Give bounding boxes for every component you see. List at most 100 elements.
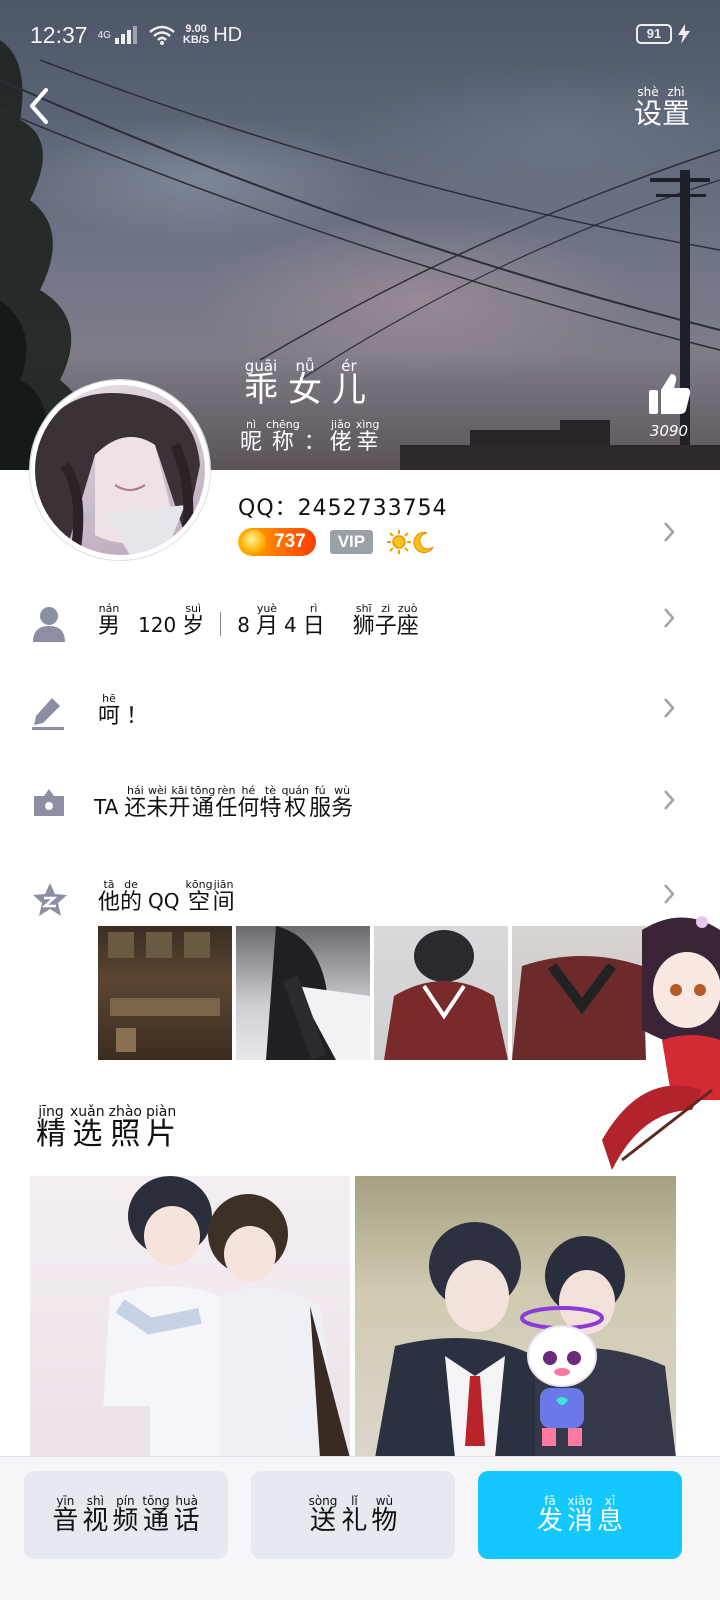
level-badge[interactable]: 737	[238, 528, 316, 556]
hanzi: 务	[331, 796, 354, 821]
anime-figure-image	[384, 930, 508, 1060]
badges-row[interactable]: 737 VIP	[238, 528, 435, 556]
like-button[interactable]: 3090	[644, 372, 694, 440]
ruby-char: tōng 通	[142, 1494, 170, 1536]
hanzi: 通	[191, 796, 214, 821]
remark-name: nì 昵 chēng 称 ： jiǎo 佬 xìng 幸	[240, 418, 379, 454]
ruby-char: sòng 送	[309, 1494, 338, 1535]
basic-info-text: nán 男 120 suì 岁 8 yuè 月 4 rì 日 shī 狮 zi 子 zuò 座	[98, 602, 419, 638]
ruby-char: hē 呵	[98, 692, 120, 728]
chevron-right-icon	[664, 884, 675, 904]
age-number: 120	[138, 613, 177, 638]
hanzi: 乖	[244, 370, 278, 410]
hanzi: 置	[661, 97, 690, 130]
ruby-char: wù 物	[371, 1494, 397, 1535]
ruby-char: hái 还	[124, 784, 146, 820]
qzone-thumbnail[interactable]	[236, 926, 370, 1060]
hanzi: 通	[143, 1505, 170, 1536]
qzone-thumbnail[interactable]	[98, 926, 232, 1060]
qzone-label-a: tā 他 de 的	[98, 878, 142, 914]
hanzi: 昵	[240, 430, 263, 455]
featured-photo[interactable]	[30, 1176, 350, 1458]
birthday-month: yuè 月	[256, 602, 278, 638]
chevron-right-icon[interactable]	[662, 520, 676, 544]
ruby-char: jiǎo 佬	[330, 418, 352, 454]
hanzi: 开	[168, 796, 191, 821]
floating-pet-sheep[interactable]	[512, 1296, 612, 1456]
hanzi: 音	[52, 1505, 79, 1536]
signal-icon	[114, 26, 137, 44]
ruby-char: rèn 任	[215, 784, 237, 820]
hanzi: 话	[173, 1505, 200, 1536]
ruby-char: de 的	[120, 878, 142, 914]
vip-service-row[interactable]: TA hái 还 wèi 未 kāi 开 tōng 通 rèn 任 hé 何 tè 特 quán 权 fú 服 wù…	[0, 766, 720, 846]
hanzi: 何	[237, 796, 260, 821]
ruby-char: lǐ 礼	[341, 1494, 368, 1536]
vip-service-text: TA hái 还 wèi 未 kāi 开 tōng 通 rèn 任 hé 何 tè 特 quán 权 fú 服 wù…	[94, 784, 353, 820]
hanzi: 照	[110, 1117, 141, 1152]
ruby-char: suì 岁	[182, 602, 204, 638]
hanzi: 精	[36, 1117, 66, 1152]
network-type: 4G	[97, 29, 111, 41]
qq-number-line: QQ：2452733754	[238, 490, 448, 522]
ruby-char: wèi 未	[146, 784, 168, 820]
avatar[interactable]	[30, 380, 210, 560]
hanzi: 任	[215, 796, 238, 821]
floating-mascot-character[interactable]	[602, 910, 720, 1220]
vip-badge[interactable]: VIP	[329, 530, 374, 554]
gender: nán 男	[98, 602, 120, 638]
ruby-char: ：	[304, 418, 326, 454]
ruby-char: xiāo 消	[567, 1494, 593, 1535]
charging-icon	[678, 24, 690, 44]
ruby-char: tā 他	[98, 878, 120, 914]
ruby-char: nán 男	[98, 602, 120, 638]
signature-row[interactable]: hē 呵 ！	[0, 674, 720, 754]
hanzi: 佬	[329, 430, 352, 455]
birthday-day-number: 4	[283, 613, 297, 638]
qzone-text: tā 他 de 的 QQ kōng 空 jiān 间	[98, 878, 235, 914]
ruby-char: tè 特	[259, 784, 281, 820]
send-message-button[interactable]: fā 发 xiāo 消 xī 息	[478, 1471, 682, 1559]
service-label: hái 还 wèi 未 kāi 开 tōng 通 rèn 任 hé 何 tè 特 quán 权 fú 服 wù 务	[124, 784, 353, 820]
hanzi: 座	[396, 614, 419, 639]
ruby-char: fā 发	[537, 1494, 563, 1535]
qzone-label-mid: QQ	[148, 889, 180, 914]
pencil-icon	[32, 698, 64, 730]
ruby-char: jiān 间	[213, 878, 235, 914]
ruby-char: piàn 片	[146, 1105, 176, 1151]
hanzi: 月	[255, 614, 278, 639]
ruby-char: quán 权	[281, 784, 309, 820]
hanzi: 还	[124, 796, 147, 821]
hanzi: 礼	[341, 1505, 368, 1536]
ruby-char: yīn 音	[52, 1494, 79, 1536]
ruby-char: pín 频	[112, 1494, 138, 1535]
hanzi: 女	[288, 370, 322, 410]
battery-icon: 91	[636, 24, 672, 44]
basic-info-row[interactable]: nán 男 120 suì 岁 8 yuè 月 4 rì 日 shī 狮 zi 子 zuò 座	[0, 584, 720, 664]
hanzi: 空	[188, 890, 211, 915]
game-screenshot-image	[108, 932, 220, 1052]
ruby-char: jīng 精	[36, 1105, 66, 1152]
sun-icon	[387, 530, 412, 554]
ruby-char: shì 视	[82, 1494, 108, 1535]
chevron-right-icon	[664, 698, 675, 718]
qzone-thumbnail[interactable]	[374, 926, 508, 1060]
ruby-char: zhì 置	[661, 86, 690, 130]
voice-video-call-button[interactable]: yīn 音 shì 视 pín 频 tōng 通 huà 话	[24, 1471, 228, 1559]
net-speed-unit: KB/S	[182, 34, 210, 46]
ruby-char: huà 话	[173, 1494, 200, 1536]
hanzi: 特	[259, 796, 282, 821]
settings-button[interactable]: shè 设 zhì 置	[634, 86, 690, 130]
back-arrow-icon[interactable]	[22, 86, 58, 126]
ruby-char: xī 息	[597, 1494, 623, 1535]
bottom-action-bar: yīn 音 shì 视 pín 频 tōng 通 huà 话 sòng 送 lǐ 礼 wù 物 fā 发 xiā…	[0, 1456, 720, 1600]
send-gift-button[interactable]: sòng 送 lǐ 礼 wù 物	[251, 1471, 455, 1559]
hanzi: 未	[146, 796, 169, 821]
ruby-char: fú 服	[309, 784, 331, 820]
level-value: 737	[274, 531, 306, 552]
anime-couple-image	[30, 1176, 350, 1458]
ruby-char: guāi 乖	[244, 359, 278, 410]
chevron-right-icon	[664, 608, 675, 628]
age-unit: suì 岁	[182, 602, 204, 638]
qq-number: 2452733754	[297, 496, 448, 521]
